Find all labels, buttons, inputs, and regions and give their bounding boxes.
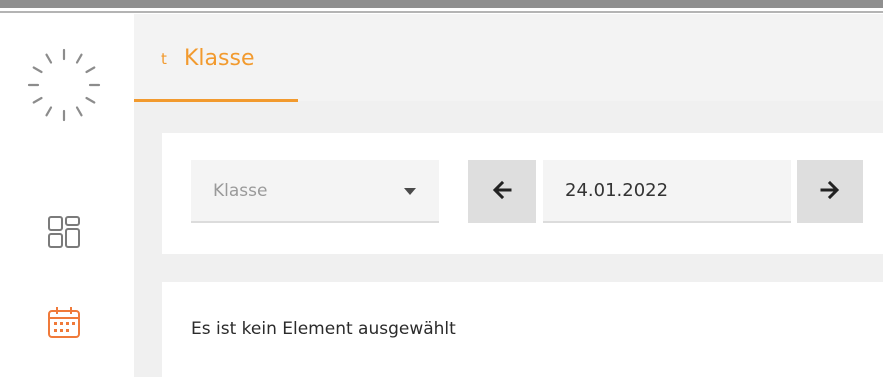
next-date-button[interactable] (797, 160, 863, 223)
dashboard-icon (47, 215, 81, 253)
class-select-value: Klasse (213, 181, 268, 201)
spinner-logo-icon (27, 48, 101, 122)
tab-klasse[interactable]: t Klasse (134, 14, 298, 102)
tab-label: Klasse (184, 46, 255, 71)
active-tab-indicator (134, 99, 298, 102)
filter-card: Klasse 24.01.2022 (162, 133, 883, 254)
sidebar-item-dashboard[interactable] (44, 214, 84, 254)
window-top-bar (0, 0, 883, 14)
arrow-left-icon (492, 180, 512, 204)
class-select[interactable]: Klasse (191, 160, 439, 223)
calendar-icon (47, 305, 81, 343)
sidebar-item-calendar[interactable] (44, 304, 84, 344)
tab-bar: t Klasse (134, 14, 883, 102)
sidebar (0, 14, 134, 377)
arrow-right-icon (820, 180, 840, 204)
top-border (0, 0, 883, 8)
content-card: Es ist kein Element ausgewählt (162, 282, 883, 377)
main-panel: t Klasse Klasse 24.01.2022 Es ist kein E… (134, 14, 883, 377)
previous-date-button[interactable] (468, 160, 536, 223)
date-field[interactable]: 24.01.2022 (543, 160, 791, 223)
tab-prefix: t (161, 50, 167, 68)
date-value: 24.01.2022 (565, 180, 669, 201)
caret-down-icon (404, 188, 416, 195)
top-border-secondary (0, 11, 883, 13)
empty-state-message: Es ist kein Element ausgewählt (191, 319, 456, 339)
